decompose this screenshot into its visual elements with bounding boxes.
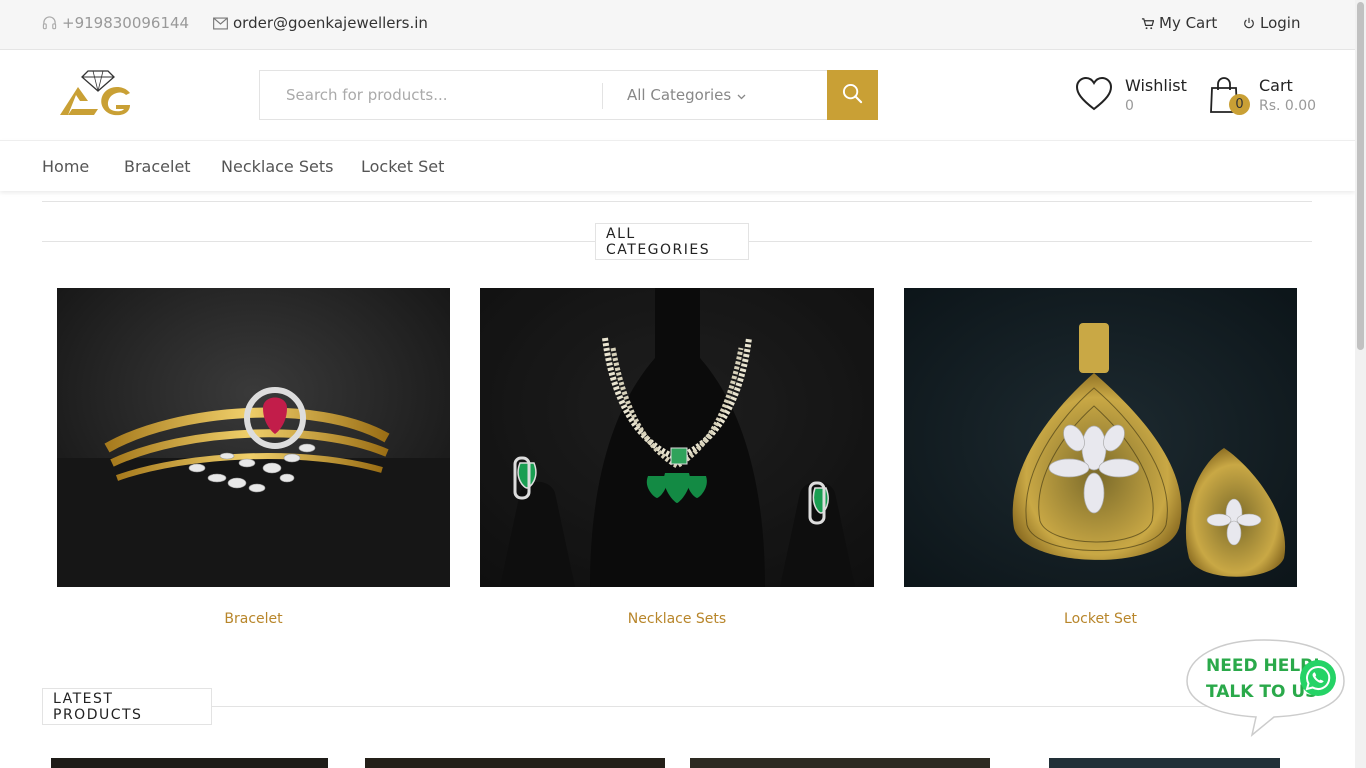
- product-image[interactable]: [690, 758, 990, 768]
- cart-label: Cart: [1259, 76, 1293, 95]
- locket-image: [904, 288, 1297, 587]
- product-image[interactable]: [1049, 758, 1280, 768]
- headset-icon: [42, 15, 57, 31]
- category-image-locket-set[interactable]: [904, 288, 1297, 587]
- category-link-necklace-sets[interactable]: Necklace Sets: [480, 611, 874, 627]
- search-bar: All Categories: [259, 70, 878, 120]
- search-icon: [842, 83, 863, 108]
- phone-contact[interactable]: +919830096144: [42, 14, 189, 32]
- category-select-value: All Categories: [627, 86, 732, 104]
- nav-item-necklace-sets[interactable]: Necklace Sets: [221, 157, 333, 176]
- whatsapp-help-button[interactable]: NEED HELP! TALK TO US: [1184, 637, 1346, 737]
- cart-icon: [1141, 17, 1154, 30]
- bracelet-image: [57, 288, 450, 587]
- nav-item-home[interactable]: Home: [42, 157, 89, 176]
- necklace-image: [480, 288, 874, 587]
- power-icon: [1243, 17, 1255, 29]
- my-cart-link[interactable]: My Cart: [1141, 14, 1217, 32]
- whatsapp-icon: [1299, 659, 1337, 701]
- product-image[interactable]: [365, 758, 665, 768]
- envelope-icon: [213, 16, 228, 30]
- search-divider: [602, 83, 603, 109]
- page-scrollbar[interactable]: [1355, 0, 1366, 768]
- product-image[interactable]: [51, 758, 328, 768]
- my-cart-label: My Cart: [1159, 14, 1218, 32]
- main-nav: Home Bracelet Necklace Sets Locket Set: [0, 140, 1355, 191]
- site-header: All Categories Wishlist 0 0 Cart: [0, 50, 1355, 140]
- section-rule: [42, 706, 1312, 707]
- section-title-latest-products: LATEST PRODUCTS: [42, 688, 212, 725]
- chevron-down-icon: [737, 86, 746, 104]
- login-label: Login: [1260, 14, 1301, 32]
- nav-item-bracelet[interactable]: Bracelet: [124, 157, 191, 176]
- nav-item-locket-set[interactable]: Locket Set: [361, 157, 444, 176]
- wishlist-link[interactable]: Wishlist 0: [1075, 76, 1187, 117]
- scrollbar-thumb[interactable]: [1357, 2, 1364, 350]
- category-link-locket-set[interactable]: Locket Set: [904, 611, 1297, 627]
- search-input[interactable]: [260, 71, 602, 119]
- section-title-categories: ALL CATEGORIES: [595, 223, 749, 260]
- category-image-bracelet[interactable]: [57, 288, 450, 587]
- email-address: order@goenkajewellers.in: [233, 14, 428, 32]
- logo-image: [60, 70, 130, 116]
- top-bar: +919830096144 order@goenkajewellers.in M…: [0, 0, 1355, 50]
- search-button[interactable]: [827, 70, 878, 120]
- wishlist-count: 0: [1125, 98, 1134, 114]
- category-image-necklace-sets[interactable]: [480, 288, 874, 587]
- phone-number: +919830096144: [62, 14, 190, 32]
- heart-icon: [1075, 76, 1113, 117]
- cart-link[interactable]: 0 Cart Rs. 0.00: [1209, 76, 1316, 117]
- email-contact[interactable]: order@goenkajewellers.in: [213, 14, 428, 32]
- cart-count-badge: 0: [1229, 94, 1250, 115]
- site-logo[interactable]: [58, 67, 134, 119]
- divider: [42, 201, 1312, 202]
- cart-total: Rs. 0.00: [1259, 98, 1317, 114]
- wishlist-label: Wishlist: [1125, 76, 1187, 95]
- category-link-bracelet[interactable]: Bracelet: [57, 611, 450, 627]
- cart-icon-wrap: 0: [1209, 76, 1250, 116]
- category-select[interactable]: All Categories: [627, 86, 746, 104]
- login-link[interactable]: Login: [1243, 14, 1300, 32]
